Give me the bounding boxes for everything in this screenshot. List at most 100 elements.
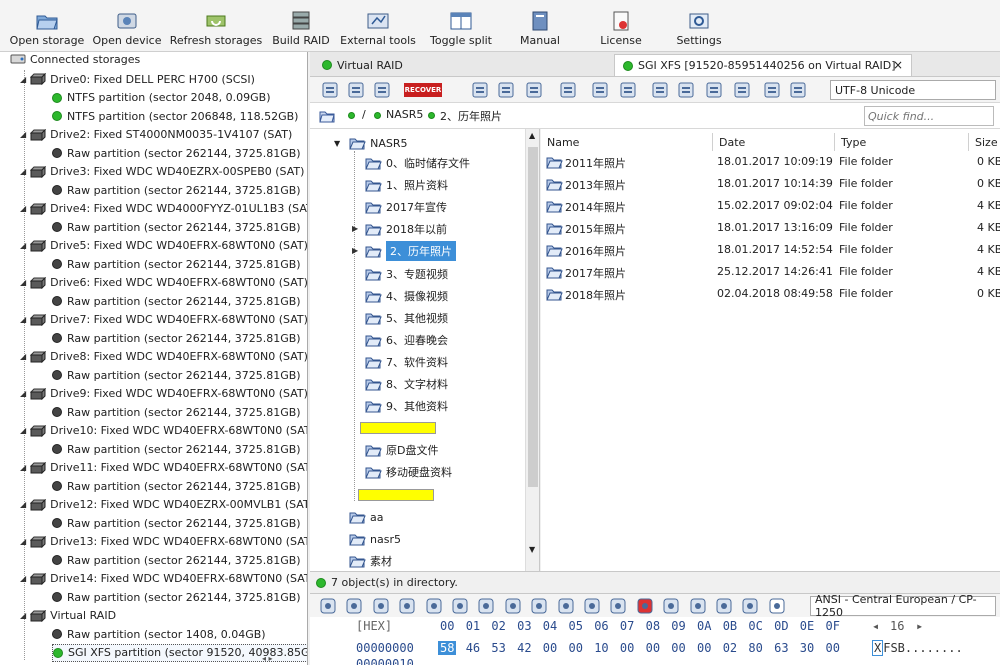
hex-byte[interactable]: 46 [466,641,480,655]
tree-node-child[interactable]: 3、专题视频 [364,264,448,284]
storage-drive-item[interactable]: ◢ Drive6: Fixed WDC WD40EFRX-68WT0N0 (SAT… [20,274,307,292]
file-row[interactable]: 2018年照片 02.04.2018 08:49:58 File folder 0 K… [541,283,1000,305]
hex-byte[interactable]: 00 [543,641,557,655]
tree-node-child[interactable]: 5、其他视频 [364,308,448,328]
hex-byte[interactable]: 63 [774,641,788,655]
hex-byte[interactable]: 80 [748,641,762,655]
collapse-icon[interactable]: ◢ [20,611,26,620]
collapse-icon[interactable]: ◢ [20,537,26,546]
paste-icon[interactable] [397,596,417,616]
storage-drive-item[interactable]: ◢ Drive9: Fixed WDC WD40EFRX-68WT0N0 (SAT… [20,385,307,403]
tree-node-child[interactable]: ▶ 2018年以前 [352,219,447,239]
collapse-icon[interactable]: ◢ [20,315,26,324]
path-segment-current[interactable]: 2、历年照片 [440,108,502,124]
tab-virtual-raid[interactable]: Virtual RAID [314,54,614,76]
hex-encoding-select[interactable]: ANSI - Central European / CP-1250 [810,593,996,619]
note-icon[interactable] [661,596,681,616]
hex-byte[interactable]: 00 [569,641,583,655]
goto-icon[interactable] [608,596,628,616]
collapse-icon[interactable]: ◢ [20,241,26,250]
file-row[interactable]: 2011年照片 18.01.2017 10:09:19 File folder 0 K… [541,151,1000,173]
preview-icon[interactable] [470,80,490,100]
open-storage-button[interactable]: Open storage [8,2,86,51]
collapse-icon[interactable]: ◢ [20,204,26,213]
storage-drive-item[interactable]: ◢ Drive7: Fixed WDC WD40EFRX-68WT0N0 (SAT… [20,311,307,329]
tree-node-root[interactable]: ▼ NASR5 [334,133,408,153]
storage-partition-item[interactable]: Raw partition (sector 262144, 3725.81GB) [52,551,301,569]
refresh-storages-button[interactable]: Refresh storages [168,2,264,51]
storage-drive-item[interactable]: ◢ Drive12: Fixed WDC WD40EZRX-00MVLB1 (SA… [20,496,307,514]
storage-partition-item[interactable]: Raw partition (sector 262144, 3725.81GB) [52,181,301,199]
storage-drive-item[interactable]: ◢ Drive2: Fixed ST4000NM0035-1V4107 (SAT) [20,126,292,144]
hex-byte[interactable]: 02 [723,641,737,655]
storage-partition-item[interactable]: Raw partition (sector 262144, 3725.81GB) [52,218,301,236]
tree-node-child[interactable]: 7、软件资料 [364,352,448,372]
next-icon[interactable] [714,596,734,616]
storage-drive-item[interactable]: ◢ Drive8: Fixed WDC WD40EFRX-68WT0N0 (SAT… [20,348,307,366]
storage-drive-item[interactable]: ◢ Drive5: Fixed WDC WD40EFRX-68WT0N0 (SAT… [20,237,307,255]
storage-partition-item[interactable]: Raw partition (sector 262144, 3725.81GB) [52,403,301,421]
hex-byte[interactable]: 58 [438,641,457,655]
edit-icon[interactable] [767,596,787,616]
open-device-button[interactable]: Open device [91,2,163,51]
save-icon[interactable] [320,80,340,100]
storage-partition-item[interactable]: Raw partition (sector 262144, 3725.81GB) [52,477,301,495]
file-row[interactable]: 2015年照片 18.01.2017 13:16:09 File folder 4 K… [541,217,1000,239]
column-header-size[interactable]: Size [969,133,1000,151]
tree-node-child[interactable]: 8、文字材料 [364,374,448,394]
collapse-icon[interactable]: ◢ [20,167,26,176]
storage-partition-item[interactable]: NTFS partition (sector 2048, 0.09GB) [52,89,270,107]
manual-button[interactable]: Manual [513,2,567,51]
license-button[interactable]: License [596,2,646,51]
hex-byte[interactable]: 53 [491,641,505,655]
storage-partition-item[interactable]: Raw partition (sector 262144, 3725.81GB) [52,588,301,606]
width-decrease-icon[interactable]: ◂ [872,619,879,633]
back-icon[interactable] [496,80,516,100]
collapse-icon[interactable]: ◢ [20,278,26,287]
select-icon[interactable] [344,596,364,616]
tree-node-child[interactable]: 4、摄像视频 [364,286,448,306]
collapse-icon[interactable]: ◢ [20,389,26,398]
undo-icon[interactable] [424,596,444,616]
external-tools-button[interactable]: External tools [340,2,416,51]
settings-icon[interactable] [704,80,724,100]
collapse-icon[interactable]: ◢ [20,463,26,472]
hex-byte[interactable]: 00 [697,641,711,655]
file-row[interactable]: 2013年照片 18.01.2017 10:14:39 File folder 0 K… [541,173,1000,195]
storage-drive-item[interactable]: ◢ Drive0: Fixed DELL PERC H700 (SCSI) [20,70,255,88]
path-root[interactable]: / [362,108,366,121]
hex-byte[interactable]: 00 [646,641,660,655]
build-raid-button[interactable]: Build RAID [270,2,332,51]
collapse-icon[interactable]: ◢ [20,500,26,509]
tab-sgi-xfs[interactable]: SGI XFS [91520-85951440256 on Virtual RA… [614,54,912,76]
column-header-date[interactable]: Date [713,133,835,151]
tree-node-child[interactable]: 原D盘文件 [364,440,438,460]
list-view-icon[interactable] [732,80,752,100]
tree-node-child[interactable]: 9、其他资料 [364,396,448,416]
prev-icon[interactable] [688,596,708,616]
collapse-icon[interactable]: ◢ [20,130,26,139]
expand-icon[interactable]: ▶ [352,246,358,255]
hex-byte[interactable]: 30 [800,641,814,655]
copy-icon[interactable] [371,596,391,616]
collapse-icon[interactable]: ▼ [334,139,340,148]
tree-node-sibling[interactable]: 素材 [348,551,392,571]
scan-icon[interactable] [676,80,696,100]
encoding-select[interactable]: UTF-8 Unicode [830,80,996,100]
storage-partition-item[interactable]: Raw partition (sector 262144, 3725.81GB) [52,440,301,458]
quick-find-input[interactable] [864,106,994,126]
storage-partition-item[interactable]: NTFS partition (sector 206848, 118.52GB) [52,107,298,125]
tree-scrollbar[interactable]: ▲ ▼ [525,129,539,571]
storage-partition-item[interactable]: Raw partition (sector 262144, 3725.81GB) [52,514,301,532]
storage-drive-item[interactable]: ◢ Drive14: Fixed WDC WD40EFRX-68WT0N0 (SA… [20,570,307,588]
file-row[interactable]: 2017年照片 25.12.2017 14:26:41 File folder 4 K… [541,261,1000,283]
search-icon[interactable] [476,596,496,616]
column-header-name[interactable]: Name [541,133,713,151]
connected-storages-root[interactable]: Connected storages [10,52,140,68]
search-binoculars-icon[interactable] [372,80,392,100]
gear-icon[interactable] [650,80,670,100]
path-segment-nasr5[interactable]: NASR5 [386,108,423,121]
tree-node-child[interactable]: 移动硬盘资料 [364,462,452,482]
close-tab-icon[interactable]: × [893,58,903,72]
tree-node-sibling[interactable]: nasr5 [348,529,401,549]
